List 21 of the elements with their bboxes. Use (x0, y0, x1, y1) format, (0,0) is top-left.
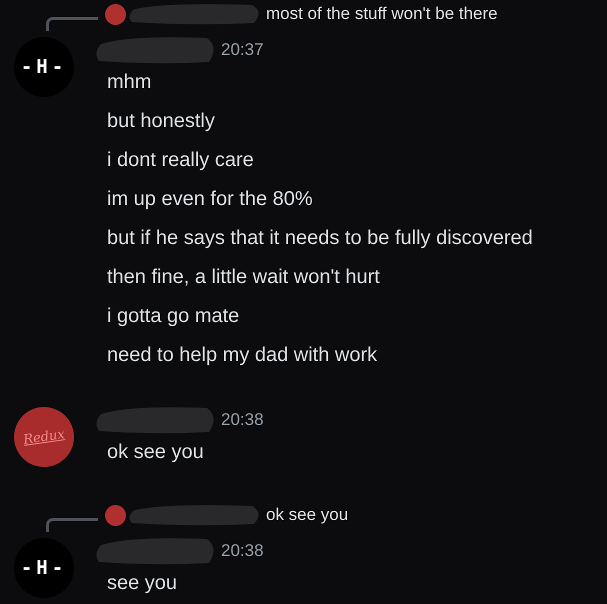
message-text: but if he says that it needs to be fully discovered (107, 226, 533, 251)
message-text: then fine, a little wait won't hurt (107, 265, 381, 290)
timestamp: 20:37 (221, 40, 264, 60)
message-text: mhm (107, 70, 152, 95)
reply-connector (46, 518, 98, 532)
message-text: need to help my dad with work (107, 343, 378, 368)
message-text: i dont really care (107, 148, 255, 173)
reply-preview[interactable]: ok see you (266, 505, 348, 525)
avatar[interactable]: -H- (14, 538, 74, 598)
avatar[interactable] (105, 504, 126, 526)
reply-connector (46, 17, 98, 31)
avatar[interactable]: -H- (14, 37, 74, 97)
avatar[interactable] (105, 4, 126, 24)
timestamp: 20:38 (221, 410, 264, 430)
message-text: im up even for the 80% (107, 187, 314, 212)
message-text: see you (107, 571, 178, 596)
timestamp: 20:38 (221, 541, 264, 561)
message-text: ok see you (107, 440, 205, 465)
message-text: but honestly (107, 109, 216, 134)
message-text: i gotta go mate (107, 304, 240, 329)
reply-preview[interactable]: most of the stuff won't be there (266, 4, 498, 24)
